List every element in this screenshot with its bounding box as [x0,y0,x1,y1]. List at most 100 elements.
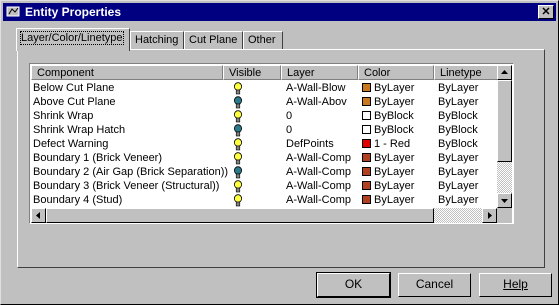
arrow-down-icon [501,199,508,203]
color-name: ByLayer [374,82,415,94]
linetype-name: ByLayer [438,166,479,178]
ok-button[interactable]: OK [316,272,391,298]
horizontal-scroll-thumb[interactable] [46,208,434,223]
linetype-name: ByLayer [438,82,479,94]
close-button[interactable]: ✕ [538,5,554,19]
linetype-name: ByLayer [438,96,479,108]
color-name: ByLayer [374,194,415,206]
linetype-name: ByBlock [438,124,478,136]
lightbulb-icon[interactable] [233,110,243,123]
color-cell: 1 - Red [362,138,410,150]
cancel-button[interactable]: Cancel [398,273,471,297]
lightbulb-icon[interactable] [233,180,243,193]
app-icon [6,6,20,17]
color-name: ByLayer [374,96,415,108]
color-swatch [362,139,371,148]
scroll-up-button[interactable] [497,65,512,80]
column-header-color[interactable]: Color [358,65,434,80]
arrow-left-icon [36,212,40,219]
color-swatch [362,111,371,120]
scroll-down-button[interactable] [497,193,512,208]
tab-other[interactable]: Other [243,31,283,50]
layer-name: A-Wall-Comp [286,194,351,206]
color-cell: ByLayer [362,180,414,192]
arrow-right-icon [488,212,492,219]
window-title: Entity Properties [25,5,122,19]
tab-cut-plane[interactable]: Cut Plane [184,31,243,50]
table-row[interactable]: Shrink Wrap 0 ByBlock ByBlock [31,109,497,123]
table-row[interactable]: Shrink Wrap Hatch 0 ByBlock ByBlock [31,123,497,137]
scroll-left-button[interactable] [31,208,46,223]
color-cell: ByLayer [362,82,414,94]
layer-name: A-Wall-Comp [286,180,351,192]
color-swatch [362,97,371,106]
lightbulb-icon[interactable] [233,194,243,207]
vertical-scroll-thumb[interactable] [497,80,512,162]
color-swatch [362,153,371,162]
help-button[interactable]: Help [479,273,552,297]
layer-name: A-Wall-Blow [286,82,346,94]
scroll-right-button[interactable] [482,208,497,223]
color-name: 1 - Red [374,138,411,150]
color-name: ByBlock [374,110,414,122]
component-list[interactable]: Component Visible Layer Color Linetype B… [29,63,514,224]
color-cell: ByLayer [362,96,414,108]
vertical-scrollbar[interactable] [497,65,512,208]
column-header-visible[interactable]: Visible [223,65,281,80]
color-name: ByBlock [374,124,414,136]
table-row[interactable]: Boundary 4 (Stud) A-Wall-Comp ByLayer ByLay… [31,193,497,207]
layer-name: 0 [286,110,293,122]
linetype-name: ByLayer [438,194,479,206]
linetype-name: ByBlock [438,110,478,122]
color-cell: ByLayer [362,194,414,206]
color-swatch [362,167,371,176]
color-swatch [362,195,371,204]
tab-hatching[interactable]: Hatching [130,31,184,50]
table-row[interactable]: Below Cut Plane A-Wall-Blow ByLayer ByLayer [31,81,497,95]
entity-properties-dialog: Entity Properties ✕ Layer/Color/Linetype… [0,0,559,305]
list-body: Component Visible Layer Color Linetype B… [31,65,497,208]
layer-name: DefPoints [286,138,334,150]
horizontal-scrollbar[interactable] [31,208,497,223]
color-name: ByLayer [374,152,415,164]
close-icon: ✕ [541,6,551,18]
color-cell: ByBlock [362,124,414,136]
layer-name: A-Wall-Comp [286,152,351,164]
layer-name: A-Wall-Comp [286,166,351,178]
lightbulb-icon[interactable] [233,82,243,95]
layer-name: 0 [286,124,293,136]
title-bar[interactable]: Entity Properties ✕ [3,3,556,21]
component-name: Boundary 3 (Brick Veneer (Structural)) [33,180,220,192]
color-name: ByLayer [374,166,415,178]
color-swatch [362,181,371,190]
lightbulb-icon[interactable] [233,96,243,109]
component-name: Above Cut Plane [33,96,116,108]
color-cell: ByLayer [362,152,414,164]
table-row[interactable]: Boundary 2 (Air Gap (Brick Separation)) A… [31,165,497,179]
component-name: Boundary 2 (Air Gap (Brick Separation)) [33,166,229,178]
color-swatch [362,83,371,92]
table-row[interactable]: Boundary 1 (Brick Veneer) A-Wall-Comp ByLa… [31,151,497,165]
linetype-name: ByBlock [438,138,478,150]
column-header-layer[interactable]: Layer [281,65,358,80]
component-name: Defect Warning [33,138,109,150]
color-cell: ByLayer [362,166,414,178]
table-row[interactable]: Defect Warning DefPoints 1 - Red ByBlock [31,137,497,151]
linetype-name: ByLayer [438,180,479,192]
component-name: Below Cut Plane [33,82,115,94]
lightbulb-icon[interactable] [233,124,243,137]
component-name: Boundary 1 (Brick Veneer) [33,152,163,164]
color-name: ByLayer [374,180,415,192]
table-row[interactable]: Above Cut Plane A-Wall-Abov ByLayer ByLayer [31,95,497,109]
tab-layer-color-linetype[interactable]: Layer/Color/Linetype [16,28,130,51]
column-header-linetype[interactable]: Linetype [434,65,497,80]
component-name: Shrink Wrap Hatch [33,124,126,136]
lightbulb-icon[interactable] [233,138,243,151]
table-row[interactable]: Boundary 3 (Brick Veneer (Structural)) A-… [31,179,497,193]
column-header-component[interactable]: Component [31,65,223,80]
linetype-name: ByLayer [438,152,479,164]
lightbulb-icon[interactable] [233,166,243,179]
component-name: Boundary 4 (Stud) [33,194,123,206]
lightbulb-icon[interactable] [233,152,243,165]
arrow-up-icon [501,70,508,74]
